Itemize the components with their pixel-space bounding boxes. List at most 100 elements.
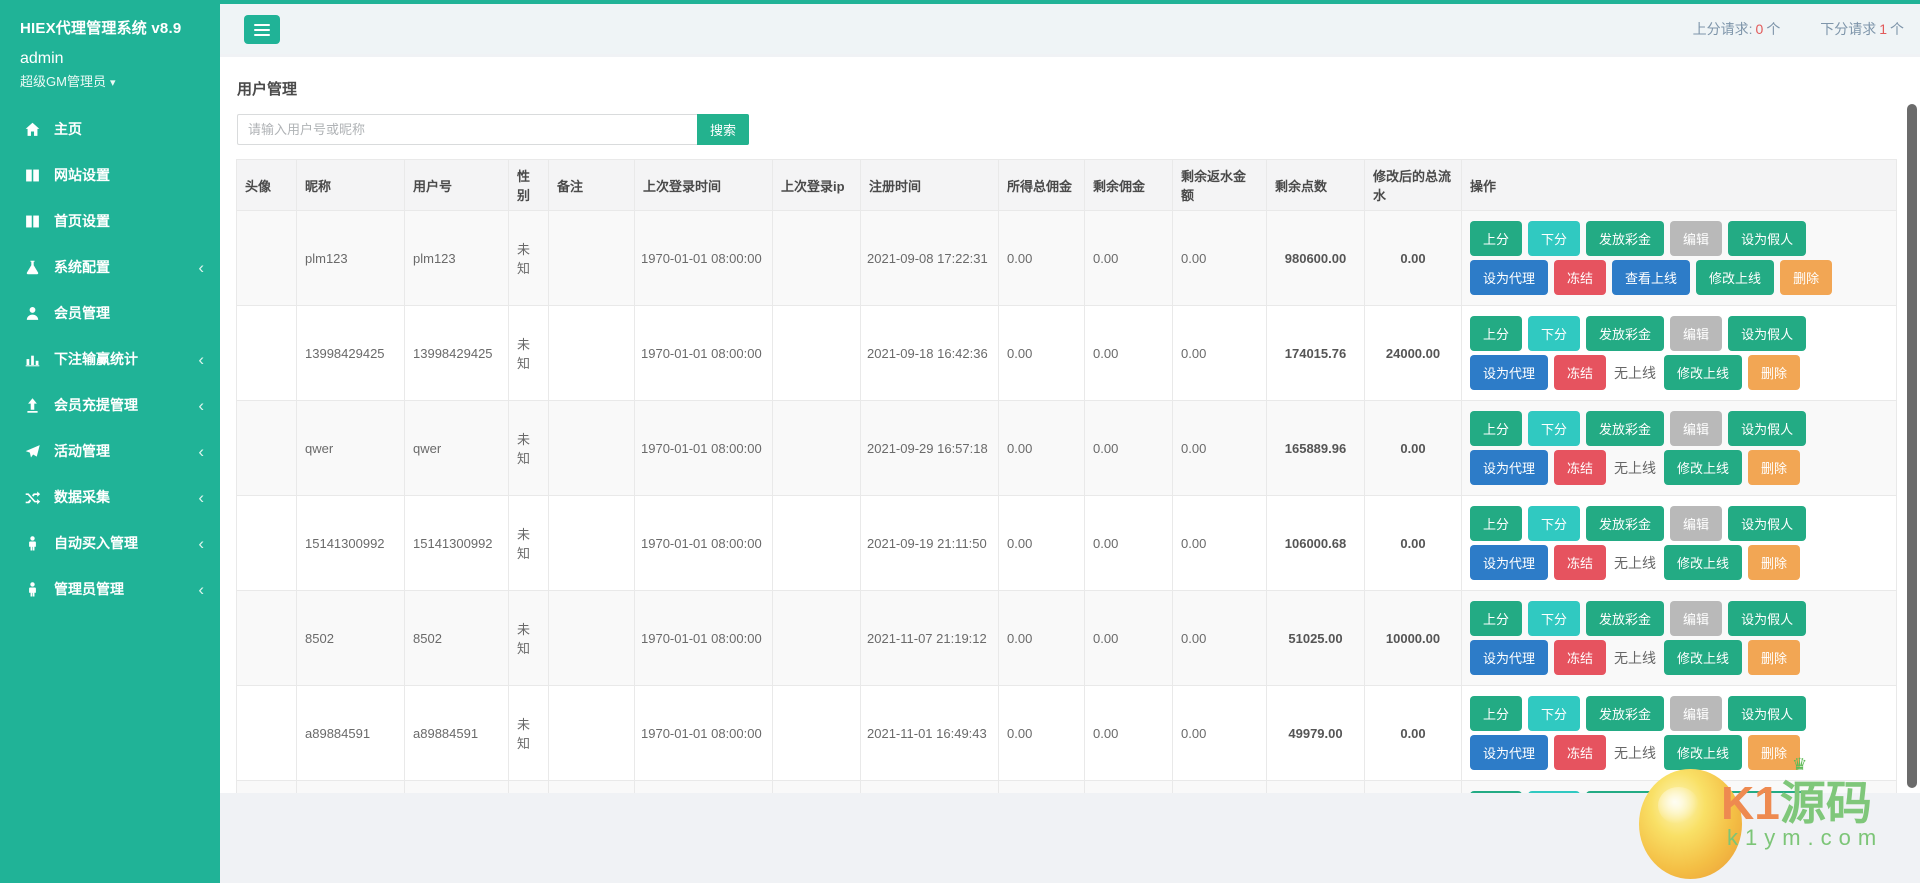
role-dropdown[interactable]: 超级GM管理员▾: [20, 71, 200, 90]
up-button[interactable]: 上分: [1470, 791, 1522, 793]
set-fake-button[interactable]: 设为假人: [1728, 696, 1806, 731]
modify-upline-button[interactable]: 修改上线: [1696, 260, 1774, 295]
sidebar-item-管理员管理[interactable]: 管理员管理 ‹: [0, 566, 220, 612]
down-request-stat[interactable]: 下分请求1个: [1820, 21, 1904, 37]
sidebar-item-系统配置[interactable]: 系统配置 ‹: [0, 244, 220, 290]
male-icon: [24, 581, 41, 598]
set-fake-button[interactable]: 设为假人: [1728, 411, 1806, 446]
set-fake-button[interactable]: 设为假人: [1728, 316, 1806, 351]
up-button[interactable]: 上分: [1470, 506, 1522, 541]
down-button[interactable]: 下分: [1528, 221, 1580, 256]
down-button[interactable]: 下分: [1528, 506, 1580, 541]
grant-bonus-button[interactable]: 发放彩金: [1586, 411, 1664, 446]
delete-button[interactable]: 删除: [1748, 355, 1800, 390]
sidebar-item-label: 系统配置: [54, 257, 198, 277]
modify-upline-button[interactable]: 修改上线: [1664, 450, 1742, 485]
chevron-left-icon: ‹: [198, 581, 204, 598]
view-upline-button[interactable]: 查看上线: [1612, 260, 1690, 295]
grant-bonus-button[interactable]: 发放彩金: [1586, 221, 1664, 256]
set-agent-button[interactable]: 设为代理: [1470, 355, 1548, 390]
set-fake-button[interactable]: 设为假人: [1728, 601, 1806, 636]
delete-button[interactable]: 删除: [1780, 260, 1832, 295]
delete-button[interactable]: 删除: [1748, 735, 1800, 770]
caret-down-icon: ▾: [110, 77, 116, 89]
edit-button[interactable]: 编辑: [1670, 506, 1722, 541]
edit-button[interactable]: 编辑: [1670, 791, 1722, 793]
delete-button[interactable]: 删除: [1748, 545, 1800, 580]
column-header: 剩余点数: [1267, 160, 1365, 211]
left-commission-cell: 0.00: [1085, 211, 1173, 306]
sidebar-item-会员管理[interactable]: 会员管理: [0, 290, 220, 336]
nickname-cell: 13998429425: [297, 306, 405, 401]
chevron-left-icon: ‹: [198, 351, 204, 368]
sidebar-item-会员充提管理[interactable]: 会员充提管理 ‹: [0, 382, 220, 428]
top-accent-bar: [0, 0, 1920, 4]
down-button[interactable]: 下分: [1528, 601, 1580, 636]
edit-button[interactable]: 编辑: [1670, 601, 1722, 636]
remark-cell: [549, 686, 635, 781]
edit-button[interactable]: 编辑: [1670, 411, 1722, 446]
search-button[interactable]: 搜索: [697, 114, 749, 145]
gender-cell: 未知: [509, 401, 549, 496]
freeze-button[interactable]: 冻结: [1554, 640, 1606, 675]
up-button[interactable]: 上分: [1470, 411, 1522, 446]
down-button[interactable]: 下分: [1528, 316, 1580, 351]
sidebar-item-下注输赢统计[interactable]: 下注输赢统计 ‹: [0, 336, 220, 382]
up-button[interactable]: 上分: [1470, 696, 1522, 731]
grant-bonus-button[interactable]: 发放彩金: [1586, 601, 1664, 636]
modify-upline-button[interactable]: 修改上线: [1664, 355, 1742, 390]
up-request-stat[interactable]: 上分请求:0个: [1693, 21, 1781, 37]
set-agent-button[interactable]: 设为代理: [1470, 545, 1548, 580]
delete-button[interactable]: 删除: [1748, 450, 1800, 485]
down-button[interactable]: 下分: [1528, 696, 1580, 731]
sidebar-item-主页[interactable]: 主页: [0, 106, 220, 152]
up-button[interactable]: 上分: [1470, 221, 1522, 256]
grant-bonus-button[interactable]: 发放彩金: [1586, 696, 1664, 731]
nickname-cell: qwer: [297, 401, 405, 496]
modify-upline-button[interactable]: 修改上线: [1664, 640, 1742, 675]
last-ip-cell: [773, 686, 861, 781]
edit-button[interactable]: 编辑: [1670, 221, 1722, 256]
down-button[interactable]: 下分: [1528, 411, 1580, 446]
sidebar-toggle-button[interactable]: [244, 15, 280, 44]
scrollbar[interactable]: [1907, 104, 1917, 788]
sidebar-item-网站设置[interactable]: 网站设置: [0, 152, 220, 198]
edit-button[interactable]: 编辑: [1670, 696, 1722, 731]
delete-button[interactable]: 删除: [1748, 640, 1800, 675]
freeze-button[interactable]: 冻结: [1554, 735, 1606, 770]
nickname-cell: 15141300992: [297, 496, 405, 591]
down-button[interactable]: 下分: [1528, 791, 1580, 793]
up-button[interactable]: 上分: [1470, 316, 1522, 351]
last-login-cell: 1970-01-01 08:00:00: [635, 211, 773, 306]
sidebar-item-活动管理[interactable]: 活动管理 ‹: [0, 428, 220, 474]
sidebar-item-自动买入管理[interactable]: 自动买入管理 ‹: [0, 520, 220, 566]
flask-icon: [24, 259, 41, 276]
reg-time-cell: 2021-09-29 16:57:18: [861, 401, 999, 496]
set-fake-button[interactable]: 设为假人: [1728, 506, 1806, 541]
set-agent-button[interactable]: 设为代理: [1470, 450, 1548, 485]
freeze-button[interactable]: 冻结: [1554, 545, 1606, 580]
left-commission-cell: 0.00: [1085, 686, 1173, 781]
grant-bonus-button[interactable]: 发放彩金: [1586, 791, 1664, 793]
grant-bonus-button[interactable]: 发放彩金: [1586, 506, 1664, 541]
up-button[interactable]: 上分: [1470, 601, 1522, 636]
freeze-button[interactable]: 冻结: [1554, 450, 1606, 485]
search-input[interactable]: [237, 114, 697, 145]
left-commission-cell: 0.00: [1085, 401, 1173, 496]
set-fake-button[interactable]: 设为假人: [1728, 791, 1806, 793]
sidebar-item-label: 管理员管理: [54, 579, 198, 599]
set-agent-button[interactable]: 设为代理: [1470, 735, 1548, 770]
set-agent-button[interactable]: 设为代理: [1470, 260, 1548, 295]
freeze-button[interactable]: 冻结: [1554, 260, 1606, 295]
set-agent-button[interactable]: 设为代理: [1470, 640, 1548, 675]
grant-bonus-button[interactable]: 发放彩金: [1586, 316, 1664, 351]
points-cell: 165889.96: [1267, 401, 1365, 496]
flow-cell: 0.00: [1365, 496, 1462, 591]
set-fake-button[interactable]: 设为假人: [1728, 221, 1806, 256]
modify-upline-button[interactable]: 修改上线: [1664, 735, 1742, 770]
sidebar-item-数据采集[interactable]: 数据采集 ‹: [0, 474, 220, 520]
edit-button[interactable]: 编辑: [1670, 316, 1722, 351]
modify-upline-button[interactable]: 修改上线: [1664, 545, 1742, 580]
freeze-button[interactable]: 冻结: [1554, 355, 1606, 390]
sidebar-item-首页设置[interactable]: 首页设置: [0, 198, 220, 244]
